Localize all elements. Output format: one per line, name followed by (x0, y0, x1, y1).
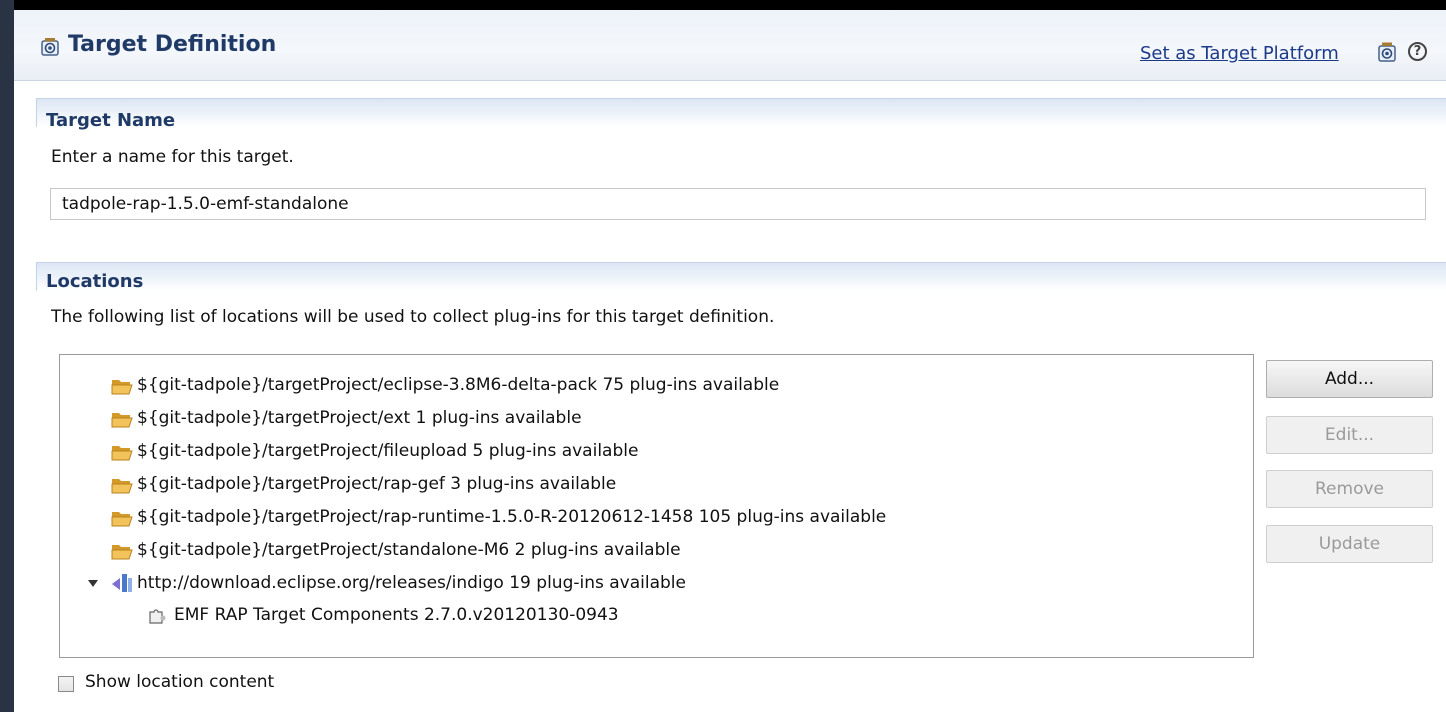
target-name-input[interactable] (50, 188, 1426, 220)
target-name-section-bar (36, 98, 1446, 127)
target-name-section-title: Target Name (46, 110, 176, 131)
show-location-content-label: Show location content (85, 672, 275, 692)
locations-section-title: Locations (46, 271, 144, 292)
show-location-content-checkbox[interactable] (58, 676, 74, 692)
update-site-icon (112, 574, 132, 592)
collapse-arrow-icon[interactable] (88, 580, 98, 587)
location-label: ${git-tadpole}/targetProject/rap-runtime… (137, 507, 887, 527)
folder-icon (111, 446, 133, 461)
feature-label: EMF RAP Target Components 2.7.0.v2012013… (174, 605, 619, 625)
update-button[interactable]: Update (1266, 525, 1433, 563)
location-label: ${git-tadpole}/targetProject/eclipse-3.8… (137, 375, 780, 395)
location-label: ${git-tadpole}/targetProject/ext 1 plug-… (137, 408, 582, 428)
location-label: ${git-tadpole}/targetProject/fileupload … (137, 441, 639, 461)
target-name-description: Enter a name for this target. (51, 147, 294, 167)
window-left-edge (0, 0, 14, 712)
folder-icon (111, 413, 133, 428)
target-platform-icon[interactable] (1376, 41, 1398, 63)
location-label: http://download.eclipse.org/releases/ind… (137, 573, 686, 593)
feature-icon (149, 609, 166, 624)
location-label: ${git-tadpole}/targetProject/rap-gef 3 p… (137, 474, 617, 494)
folder-icon (111, 545, 133, 560)
target-definition-editor: Target Definition Set as Target Platform… (14, 10, 1446, 712)
locations-section-bar (36, 262, 1446, 291)
folder-icon (111, 512, 133, 527)
remove-button[interactable]: Remove (1266, 470, 1433, 508)
locations-description: The following list of locations will be … (51, 307, 775, 327)
folder-icon (111, 380, 133, 395)
page-title: Target Definition (68, 32, 277, 57)
form-header: Target Definition Set as Target Platform… (14, 10, 1446, 81)
folder-icon (111, 479, 133, 494)
location-label: ${git-tadpole}/targetProject/standalone-… (137, 540, 681, 560)
help-icon[interactable]: ? (1408, 42, 1427, 61)
locations-tree[interactable]: ${git-tadpole}/targetProject/eclipse-3.8… (59, 354, 1254, 658)
window-top-edge (0, 0, 1446, 10)
set-as-target-platform-link[interactable]: Set as Target Platform (1140, 43, 1339, 64)
target-definition-icon (41, 38, 59, 56)
edit-button[interactable]: Edit... (1266, 416, 1433, 454)
add-button[interactable]: Add... (1266, 360, 1433, 398)
